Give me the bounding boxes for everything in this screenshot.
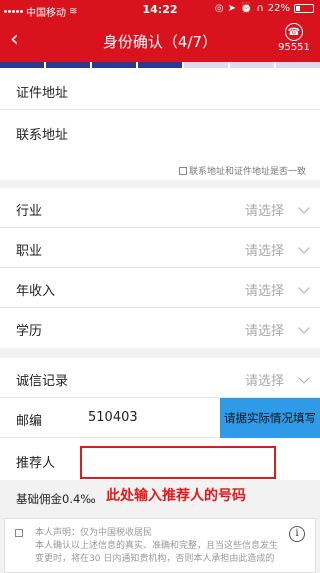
zip-code-label: 邮编 (16, 414, 43, 429)
chevron-down-icon (298, 372, 310, 384)
cert-address-label: 证件地址 (16, 86, 69, 101)
location-icon: ➤ (227, 3, 236, 14)
declaration-line2: 本人确认以上述信息的真实、准确和完整，且当这些信息发生变更时，将在30 日内通知… (35, 541, 279, 564)
referrer-field: 推荐人 (0, 438, 320, 480)
income-label: 年收入 (16, 284, 56, 299)
headset-icon: ☎ (285, 23, 303, 41)
zip-code-field[interactable]: 邮编 510403 请据实际情况填写 (0, 398, 320, 438)
status-bar: 中国移动 ≋ 14:22 ◎ ➤ ⏰ ∩ 22% (0, 0, 320, 20)
declaration-box: 本人声明：仅为中国税收居民 本人确认以上述信息的真实、准确和完整，且当这些信息发… (4, 518, 316, 573)
cert-address-field[interactable]: 证件地址 (0, 68, 320, 110)
chevron-down-icon (298, 242, 310, 254)
chevron-down-icon (298, 282, 310, 294)
referrer-input[interactable] (80, 446, 276, 479)
declaration-line1: 本人声明：仅为中国税收居民 (35, 528, 153, 538)
education-select[interactable]: 学历 请选择 (0, 308, 320, 348)
occupation-label: 职业 (16, 244, 43, 259)
service-number: 95551 (278, 42, 310, 53)
address-consistent-label: 联系地址和证件地址是否一致 (188, 167, 306, 177)
credit-record-label: 诚信记录 (16, 374, 69, 389)
customer-service-button[interactable]: ☎ 95551 (274, 23, 314, 53)
credit-record-select[interactable]: 诚信记录 请选择 (0, 358, 320, 398)
referrer-label: 推荐人 (16, 456, 56, 471)
education-placeholder: 请选择 (244, 324, 284, 339)
address-consistent-checkbox[interactable]: 联系地址和证件地址是否一致 (178, 164, 306, 177)
referrer-annotation: 此处输入推荐人的号码 (106, 488, 246, 504)
industry-label: 行业 (16, 204, 43, 219)
credit-record-placeholder: 请选择 (244, 374, 284, 389)
commission-rate: 基础佣金0.4‰ (16, 492, 96, 506)
battery-icon (294, 4, 314, 13)
zip-fill-note: 请据实际情况填写 (220, 398, 320, 438)
checkbox-icon (178, 166, 187, 175)
contact-address-field[interactable]: 联系地址 (0, 110, 320, 154)
occupation-placeholder: 请选择 (244, 244, 284, 259)
page-title: 身份确认（4/7） (102, 33, 218, 51)
income-select[interactable]: 年收入 请选择 (0, 268, 320, 308)
industry-select[interactable]: 行业 请选择 (0, 188, 320, 228)
info-icon[interactable]: i (289, 526, 305, 542)
nav-bar: ‹ 身份确认（4/7） ☎ 95551 (0, 20, 320, 62)
occupation-select[interactable]: 职业 请选择 (0, 228, 320, 268)
income-placeholder: 请选择 (244, 284, 284, 299)
headphones-icon: ∩ (256, 3, 264, 14)
chevron-down-icon (298, 202, 310, 214)
industry-placeholder: 请选择 (244, 204, 284, 219)
lock-rotation-icon: ◎ (214, 3, 224, 14)
alarm-icon: ⏰ (239, 3, 253, 14)
chevron-down-icon (298, 322, 310, 334)
education-label: 学历 (16, 324, 43, 339)
declaration-checkbox[interactable] (15, 529, 23, 537)
battery-percent: 22% (267, 3, 290, 14)
contact-address-label: 联系地址 (16, 128, 69, 143)
zip-code-value: 510403 (88, 410, 138, 425)
declaration-text: 本人声明：仅为中国税收居民 本人确认以上述信息的真实、准确和完整，且当这些信息发… (35, 527, 281, 566)
